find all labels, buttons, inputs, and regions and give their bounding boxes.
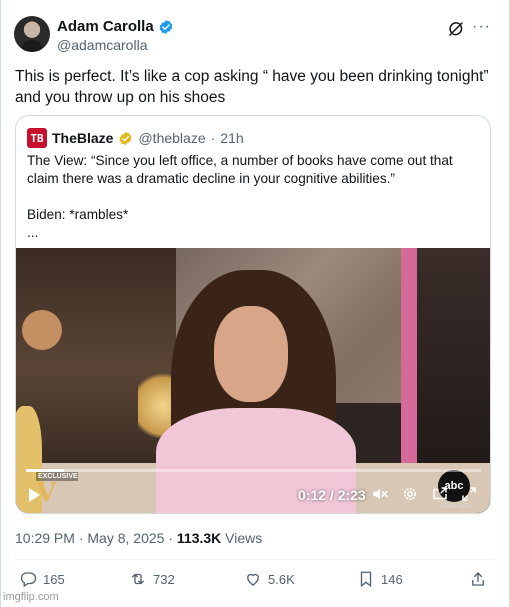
theblaze-avatar[interactable]: TB [27,128,47,148]
action-bar: 165 732 5.6K 146 [19,570,489,592]
bookmark-count: 146 [381,571,403,587]
share-icon [472,572,484,586]
video-progress-bar[interactable] [26,469,481,472]
views-count: 113.3K [176,530,222,546]
quoted-line: Biden: *rambles* [27,207,129,222]
video-player[interactable]: EXCLUSIVE V abc #THEVIEW 0:12 / 2:23 [16,248,490,513]
separator-dot: · [210,130,216,146]
repost-icon [132,573,144,585]
play-icon[interactable] [29,488,40,502]
bookmark-button[interactable]: 146 [357,570,403,588]
separator-dot: · [78,530,84,546]
tweet-text: This is perfect. It’s like a cop asking … [15,68,489,106]
tweet-card: Adam Carolla @adamcarolla ··· This is pe… [0,0,510,607]
author-display-name[interactable]: Adam Carolla [57,18,154,35]
gold-verified-badge-icon [120,131,132,145]
views-label: Views [225,530,263,546]
heart-icon [247,573,259,586]
imgflip-watermark: imgflip.com [3,591,59,603]
quoted-handle[interactable]: @theblaze [138,130,205,146]
verified-badge-icon [159,19,173,34]
divider [15,559,495,560]
reply-count: 165 [43,571,65,587]
tweet-time[interactable]: 10:29 PM [15,530,75,546]
author-handle[interactable]: @adamcarolla [57,37,147,53]
reply-button[interactable]: 165 [19,570,65,588]
repost-count: 732 [153,571,175,587]
settings-gear-icon[interactable] [401,485,419,503]
quoted-tweet-header: TB TheBlaze @theblaze · 21h [27,128,244,148]
video-progress-fill [26,469,65,472]
author-name-row: Adam Carolla [57,18,174,35]
bookmark-icon [360,571,372,588]
quoted-timestamp[interactable]: 21h [220,130,243,146]
tweet-metadata: 10:29 PM · May 8, 2025 · 113.3K Views [15,530,262,546]
video-controls: 0:12 / 2:23 [16,478,490,512]
video-frame [16,248,490,513]
grok-icon[interactable] [447,20,465,38]
tweet-date[interactable]: May 8, 2025 [87,530,164,546]
like-button[interactable]: 5.6K [244,570,295,588]
quoted-line: ... [27,225,39,240]
more-options-icon[interactable]: ··· [472,18,491,36]
quoted-tweet[interactable]: TB TheBlaze @theblaze · 21h The View: “S… [15,115,491,514]
quoted-line: The View: “Since you left office, a numb… [27,153,453,186]
video-time: 0:12 / 2:23 [298,487,366,503]
author-avatar[interactable] [14,16,50,52]
quoted-display-name[interactable]: TheBlaze [52,130,113,146]
picture-in-picture-icon[interactable] [431,485,449,503]
share-button[interactable] [469,570,487,588]
like-count: 5.6K [268,571,295,587]
separator-dot: · [168,530,174,546]
quoted-tweet-text: The View: “Since you left office, a numb… [27,152,477,242]
fullscreen-icon[interactable] [460,485,478,503]
reply-icon [20,572,37,588]
repost-button[interactable]: 732 [129,570,175,588]
mute-icon[interactable] [371,485,389,503]
